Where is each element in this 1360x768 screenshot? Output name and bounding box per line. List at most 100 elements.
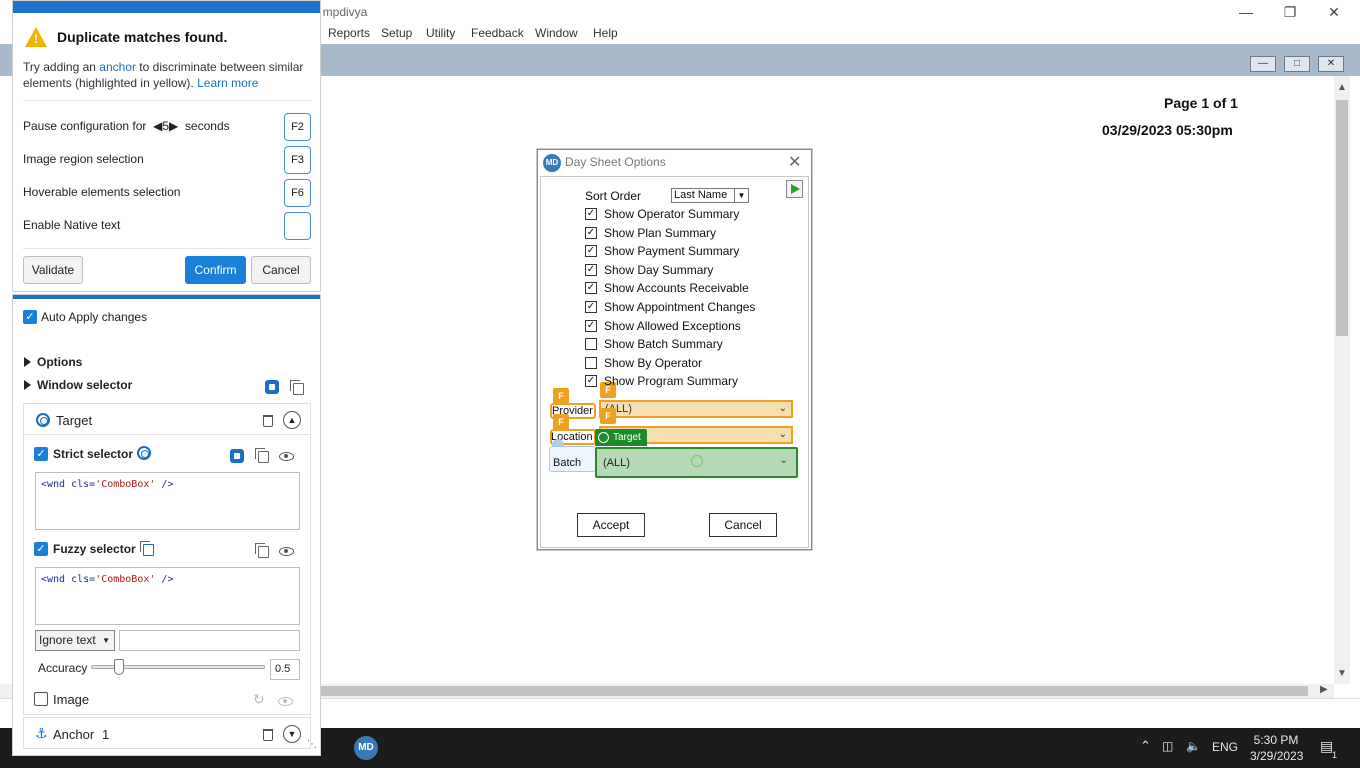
cancel-button[interactable]: Cancel <box>709 513 777 537</box>
chevron-down-icon: ⌄ <box>779 455 788 466</box>
language-indicator[interactable]: ENG <box>1212 740 1238 754</box>
divider <box>23 248 311 249</box>
option-checkbox[interactable]: ✓ <box>585 245 597 258</box>
accept-button[interactable]: Accept <box>577 513 645 537</box>
accuracy-slider-thumb[interactable] <box>114 659 125 675</box>
mdi-minimize-icon[interactable]: — <box>1250 56 1276 72</box>
increase-icon[interactable]: ▶ <box>169 119 178 133</box>
expand-caret-icon[interactable] <box>24 380 31 390</box>
option-checkbox[interactable]: ✓ <box>585 208 597 220</box>
strict-selector-editor[interactable]: <wnd cls='ComboBox' /> <box>35 472 300 530</box>
expand-caret-icon[interactable] <box>24 357 31 367</box>
native-text-hotkey[interactable] <box>284 212 311 240</box>
notification-count: 1 <box>1332 750 1338 760</box>
confirm-button[interactable]: Confirm <box>185 256 246 284</box>
cancel-button[interactable]: Cancel <box>251 256 311 284</box>
scroll-up-icon[interactable]: ▲ <box>1337 82 1347 93</box>
option-checkbox[interactable]: ✓ <box>585 301 597 313</box>
close-icon[interactable]: ✕ <box>1312 2 1356 22</box>
refresh-icon[interactable]: ↻ <box>253 691 265 708</box>
menu-utility[interactable]: Utility <box>426 26 455 40</box>
auto-apply-checkbox[interactable]: ✓ <box>23 310 37 324</box>
batch-label: Batch <box>553 457 582 469</box>
dialog-close-icon[interactable]: ✕ <box>788 152 801 172</box>
hoverable-label: Hoverable elements selection <box>23 185 181 199</box>
taskbar-clock[interactable]: 5:30 PM 3/29/2023 <box>1250 732 1303 764</box>
highlight-eye-icon[interactable] <box>278 697 293 706</box>
scroll-down-icon[interactable]: ▼ <box>1337 668 1347 679</box>
menu-feedback[interactable]: Feedback <box>471 26 524 40</box>
menu-setup[interactable]: Setup <box>381 26 412 40</box>
native-text-row: Enable Native text <box>23 212 311 240</box>
minimize-icon[interactable]: — <box>1224 2 1268 22</box>
delete-icon[interactable] <box>263 415 273 427</box>
vertical-scrollbar[interactable]: ▲ ▼ <box>1334 76 1350 684</box>
menu-window[interactable]: Window <box>535 26 578 40</box>
fuzzy-selector-editor[interactable]: <wnd cls='ComboBox' /> <box>35 567 300 625</box>
option-checkbox[interactable]: ✓ <box>585 282 597 295</box>
hoverable-hotkey[interactable]: F6 <box>284 179 311 207</box>
maximize-icon[interactable]: ❐ <box>1268 2 1312 22</box>
strict-target-icon[interactable] <box>137 446 151 460</box>
image-region-hotkey[interactable]: F3 <box>284 146 311 174</box>
ignore-text-dropdown[interactable]: Ignore text ▼ <box>35 630 115 651</box>
volume-icon[interactable]: 🔈 <box>1186 739 1201 753</box>
tray-chevron-up-icon[interactable]: ⌃ <box>1140 738 1151 754</box>
fuzzy-duplicate-icon[interactable] <box>140 541 154 556</box>
option-checkbox[interactable]: ✓ <box>585 263 597 276</box>
options-section[interactable]: Options <box>37 355 82 369</box>
option-checkbox[interactable]: ✓ <box>585 226 597 239</box>
target-tag: Target <box>595 429 647 446</box>
anchor-link[interactable]: anchor <box>99 60 136 74</box>
option-checkbox[interactable]: ✓ <box>585 319 597 332</box>
menu-help[interactable]: Help <box>593 26 618 40</box>
ui-explorer-icon[interactable] <box>265 380 279 394</box>
resize-grip-icon[interactable]: ⋱ <box>307 739 317 750</box>
divider <box>24 434 310 435</box>
mdi-close-icon[interactable]: ✕ <box>1318 56 1344 72</box>
pause-hotkey[interactable]: F2 <box>284 113 311 141</box>
option-label: Show Appointment Changes <box>604 300 756 314</box>
mdi-restore-icon[interactable]: □ <box>1284 56 1310 72</box>
validate-button[interactable]: Validate <box>23 256 83 284</box>
horizontal-scroll-thumb[interactable] <box>318 686 1308 696</box>
fuzzy-selector-checkbox[interactable]: ✓ <box>34 542 48 556</box>
crosshair-icon <box>691 455 703 467</box>
selector-tag-end: /> <box>155 479 174 490</box>
delete-icon[interactable] <box>263 729 273 741</box>
menu-reports[interactable]: Reports <box>328 26 370 40</box>
image-checkbox[interactable] <box>34 692 48 706</box>
collapse-chevron-up-icon[interactable]: ▲ <box>283 411 301 429</box>
taskbar-md-app-icon[interactable]: MD <box>354 736 378 760</box>
run-report-button[interactable] <box>786 180 803 198</box>
learn-more-link[interactable]: Learn more <box>197 76 258 90</box>
option-checkbox[interactable] <box>585 356 597 369</box>
batch-combobox[interactable]: (ALL) ⌄ <box>595 447 798 478</box>
sort-order-value: Last Name <box>674 189 728 201</box>
strict-selector-checkbox[interactable]: ✓ <box>34 447 48 461</box>
native-text-label: Enable Native text <box>23 218 121 232</box>
expand-chevron-down-icon[interactable]: ▼ <box>283 725 301 743</box>
decrease-icon[interactable]: ◀ <box>153 119 162 133</box>
provider-combobox[interactable]: (ALL) ⌄ <box>599 400 793 418</box>
image-label: Image <box>53 692 90 707</box>
scroll-right-icon[interactable]: ▶ <box>1320 684 1328 695</box>
sort-order-label: Sort Order <box>585 189 642 203</box>
network-icon[interactable]: ◫ <box>1162 739 1173 753</box>
option-checkbox[interactable] <box>585 338 597 351</box>
highlight-eye-icon[interactable] <box>279 547 294 556</box>
copy-icon[interactable] <box>255 448 269 463</box>
pause-value[interactable]: 5 <box>162 119 169 133</box>
highlight-eye-icon[interactable] <box>279 452 294 461</box>
copy-icon[interactable] <box>255 543 269 558</box>
option-checkbox[interactable]: ✓ <box>585 375 597 388</box>
warning-description: Try adding an anchor to discriminate bet… <box>23 59 313 91</box>
ui-explorer-icon[interactable] <box>230 449 244 463</box>
ignore-text-input[interactable] <box>119 630 300 651</box>
sort-order-select[interactable]: Last Name ▼ <box>671 188 749 203</box>
accuracy-input[interactable]: 0.5 <box>270 659 300 680</box>
copy-icon[interactable] <box>290 380 304 395</box>
window-selector-section[interactable]: Window selector <box>37 378 132 392</box>
option-label: Show Accounts Receivable <box>604 281 749 296</box>
vertical-scroll-thumb[interactable] <box>1336 100 1348 336</box>
